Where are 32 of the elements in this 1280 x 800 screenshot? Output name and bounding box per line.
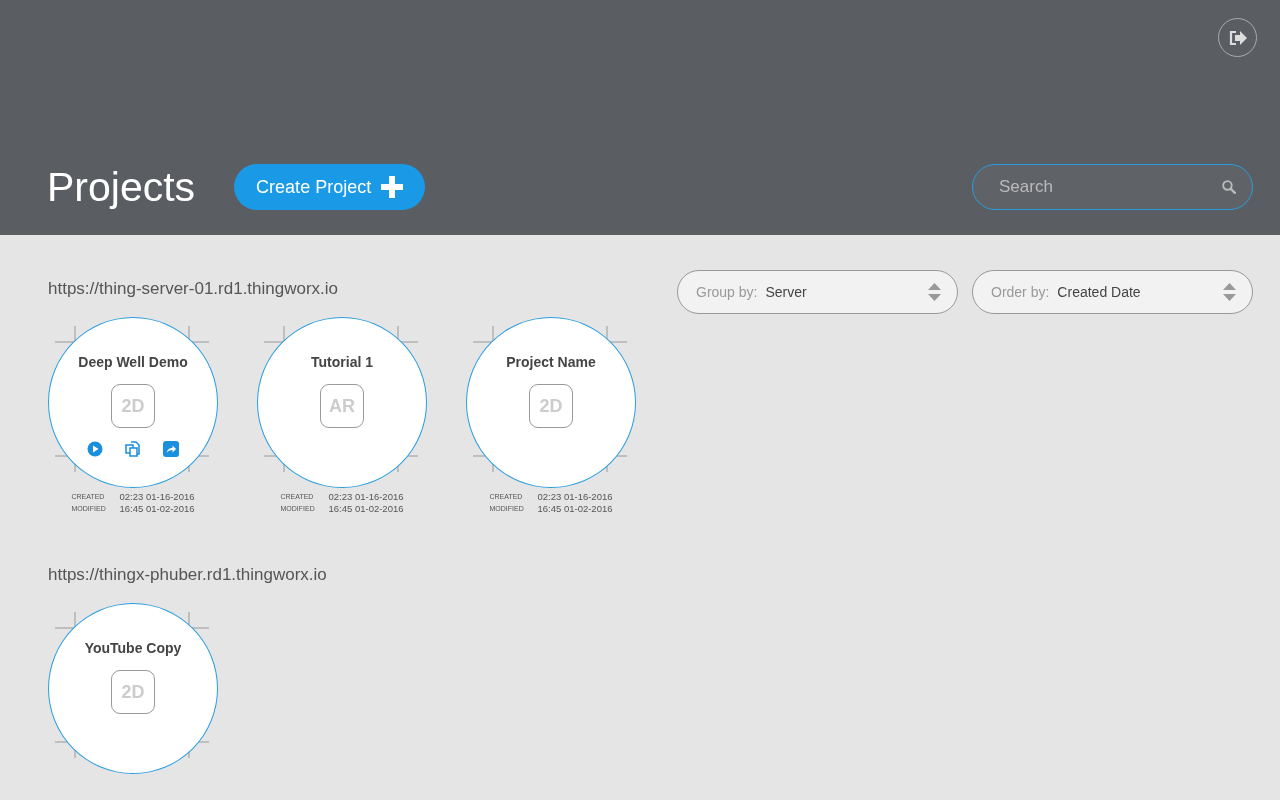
search-field[interactable]: Search (972, 164, 1253, 210)
plus-icon (381, 176, 404, 198)
search-icon (1222, 180, 1236, 194)
play-icon (87, 441, 103, 457)
search-input[interactable]: Search (997, 176, 1222, 198)
page-title: Projects (47, 164, 196, 210)
play-button[interactable] (87, 441, 103, 457)
sort-arrows-icon (928, 283, 941, 301)
server-url: https://thing-server-01.rd1.thingworx.io (48, 279, 339, 299)
created-date: 02:23 01-16-2016 (537, 491, 613, 502)
dropdown-label: Order by: (991, 284, 1050, 300)
share-icon (163, 441, 179, 457)
copy-icon (125, 441, 141, 457)
dropdown-label: Group by: (696, 284, 758, 300)
modified-date: 16:45 01-02-2016 (119, 503, 195, 514)
project-name: YouTube Copy (84, 640, 182, 656)
project-name: Project Name (506, 354, 596, 370)
dropdown-value: Created Date (1057, 284, 1142, 300)
project-name: Deep Well Demo (78, 354, 188, 370)
dropdown-value: Server (765, 284, 808, 300)
copy-button[interactable] (125, 441, 141, 457)
modified-date: 16:45 01-02-2016 (537, 503, 613, 514)
dropdown[interactable]: Group by: Server (677, 270, 958, 314)
server-url: https://thingx-phuber.rd1.thingworx.io (48, 565, 327, 585)
created-date: 02:23 01-16-2016 (328, 491, 404, 502)
created-date: 02:23 01-16-2016 (119, 491, 195, 502)
dropdown[interactable]: Order by: Created Date (972, 270, 1253, 314)
sort-arrows-icon (1223, 283, 1236, 301)
modified-date: 16:45 01-02-2016 (328, 503, 404, 514)
project-name: Tutorial 1 (311, 354, 373, 370)
exit-icon (1228, 29, 1247, 46)
share-button[interactable] (163, 441, 179, 457)
